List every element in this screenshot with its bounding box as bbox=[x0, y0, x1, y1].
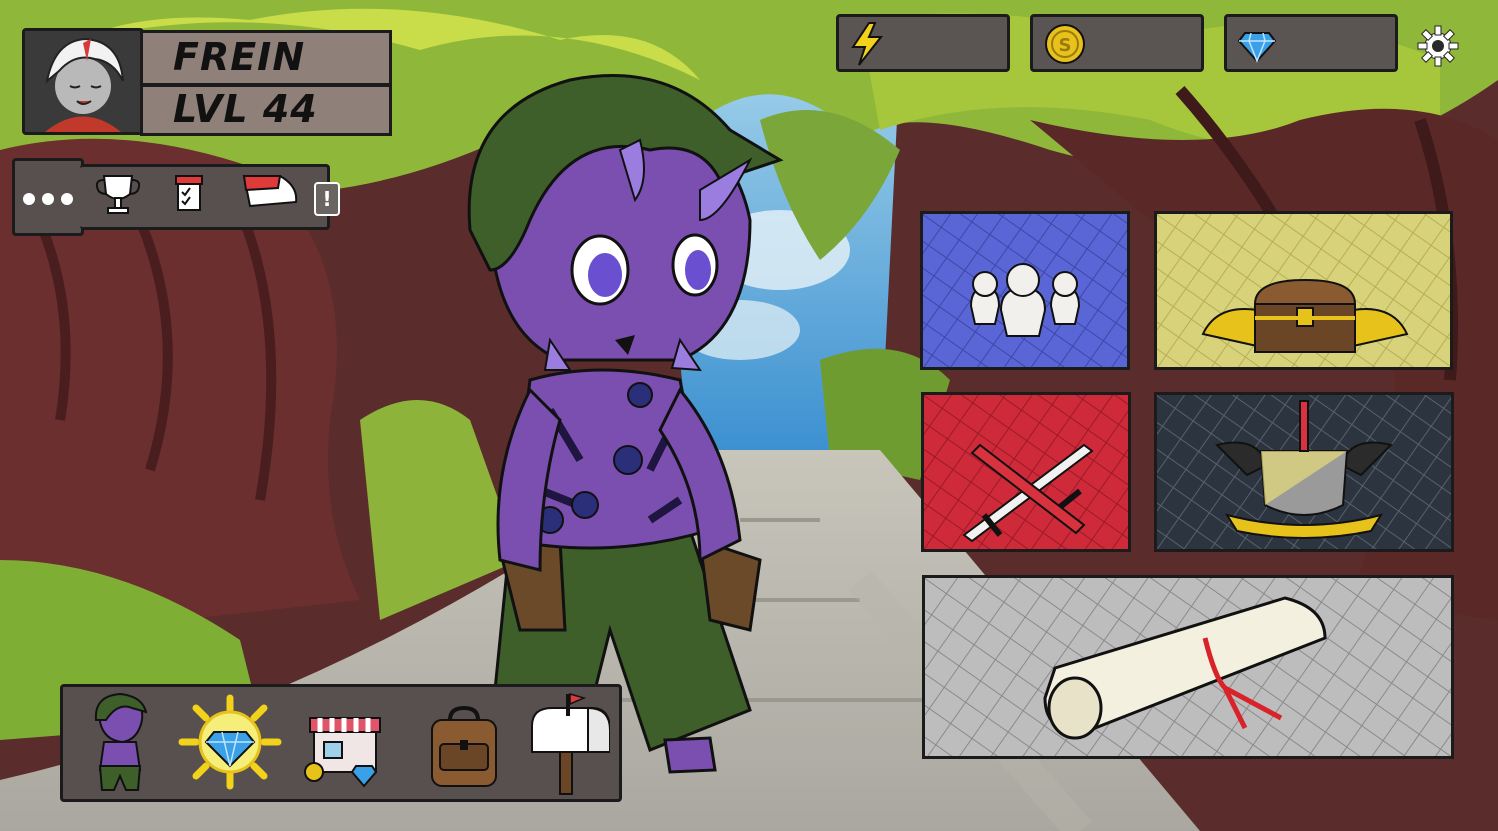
coin-icon: S bbox=[1045, 24, 1085, 64]
gear-icon bbox=[1417, 25, 1459, 67]
store-nav-button[interactable] bbox=[300, 690, 384, 796]
player-portrait-frame[interactable] bbox=[22, 28, 144, 135]
party-tile[interactable] bbox=[920, 211, 1130, 370]
lightning-icon bbox=[851, 22, 884, 66]
player-name: FREIN bbox=[173, 35, 306, 79]
more-dots-icon bbox=[23, 193, 73, 205]
character-icon bbox=[94, 692, 148, 791]
inventory-nav-button[interactable] bbox=[422, 690, 506, 796]
svg-text:S: S bbox=[1059, 35, 1072, 56]
notification-badge: ! bbox=[314, 182, 340, 216]
achievements-button[interactable] bbox=[90, 168, 146, 222]
character-nav-button[interactable] bbox=[78, 690, 162, 796]
backpack-icon bbox=[431, 705, 497, 787]
more-menu-button[interactable] bbox=[12, 158, 84, 236]
gems-counter[interactable] bbox=[1224, 14, 1398, 72]
player-level-plate: LVL 44 bbox=[140, 84, 392, 136]
battle-tile[interactable] bbox=[921, 392, 1131, 552]
player-level: LVL 44 bbox=[173, 87, 318, 131]
gem-shop-nav-button[interactable] bbox=[170, 690, 290, 796]
diamond-icon bbox=[1237, 32, 1277, 64]
treasure-chest-icon bbox=[1157, 214, 1450, 367]
player-name-plate: FREIN bbox=[140, 30, 392, 86]
diamond-shop-icon bbox=[178, 694, 282, 790]
news-icon bbox=[242, 175, 298, 208]
scroll-icon bbox=[925, 578, 1451, 756]
mail-nav-button[interactable] bbox=[526, 690, 610, 796]
settings-button[interactable] bbox=[1416, 24, 1460, 68]
quests-button[interactable] bbox=[162, 168, 218, 222]
guild-tile[interactable] bbox=[1154, 392, 1454, 552]
coins-counter[interactable]: S bbox=[1030, 14, 1204, 72]
crossed-swords-icon bbox=[924, 395, 1128, 549]
player-avatar bbox=[25, 31, 141, 132]
store-icon bbox=[304, 717, 381, 788]
news-button[interactable] bbox=[240, 168, 304, 222]
trophy-icon bbox=[95, 175, 141, 214]
energy-counter[interactable] bbox=[836, 14, 1010, 72]
checklist-icon bbox=[175, 175, 203, 211]
mailbox-icon bbox=[531, 693, 610, 795]
treasure-tile[interactable] bbox=[1154, 211, 1453, 370]
guild-crest-icon bbox=[1157, 395, 1451, 549]
quests-scroll-tile[interactable] bbox=[922, 575, 1454, 759]
alert-glyph: ! bbox=[322, 187, 332, 211]
character-sprite bbox=[467, 74, 784, 774]
party-icon bbox=[923, 214, 1127, 367]
